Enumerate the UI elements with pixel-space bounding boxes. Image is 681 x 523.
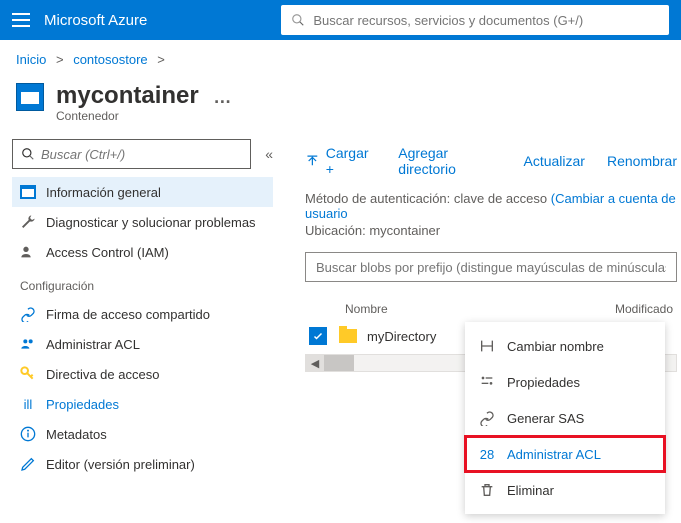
people-icon — [20, 244, 36, 260]
cmd-refresh[interactable]: Actualizar — [524, 153, 585, 169]
breadcrumb-sep: > — [56, 52, 64, 67]
nav-props[interactable]: ill Propiedades — [12, 389, 273, 419]
check-icon — [312, 330, 324, 342]
link-icon — [479, 410, 495, 426]
location-info: Ubicación: mycontainer — [305, 223, 677, 240]
blob-search[interactable] — [305, 252, 677, 282]
page-title-text: mycontainer — [56, 82, 199, 109]
page-header: mycontainer … Contenedor — [0, 79, 681, 131]
nav-label: Información general — [46, 185, 161, 200]
nav-label: Metadatos — [46, 427, 107, 442]
nav-iam[interactable]: Access Control (IAM) — [12, 237, 273, 267]
blob-search-input[interactable] — [316, 260, 666, 275]
row-name[interactable]: myDirectory — [367, 329, 436, 344]
overview-icon — [20, 184, 36, 200]
ctx-delete[interactable]: Eliminar — [465, 472, 665, 508]
page-subtitle: Contenedor — [56, 109, 233, 123]
nav-diagnose[interactable]: Diagnosticar y solucionar problemas — [12, 207, 273, 237]
collapse-sidebar-icon[interactable]: « — [265, 146, 273, 162]
trash-icon — [479, 482, 495, 498]
nav-section-config: Configuración — [12, 267, 273, 299]
context-menu: Cambiar nombre Propiedades Generar SAS 2… — [465, 322, 665, 514]
search-icon — [21, 147, 35, 161]
pencil-icon — [20, 456, 36, 472]
nav-label: Propiedades — [46, 397, 119, 412]
col-name[interactable]: Nombre — [345, 302, 615, 316]
sidebar-search[interactable] — [12, 139, 251, 169]
ctx-label: Administrar ACL — [507, 447, 601, 462]
top-bar: Microsoft Azure — [0, 0, 681, 40]
command-bar: Cargar + Agregar directorio Actualizar R… — [305, 139, 677, 191]
nav-sas[interactable]: Firma de acceso compartido — [12, 299, 273, 329]
cmd-upload[interactable]: Cargar + — [305, 145, 376, 177]
rename-icon — [479, 338, 495, 354]
ctx-sas[interactable]: Generar SAS — [465, 400, 665, 436]
people-icon — [20, 336, 36, 352]
container-icon — [16, 83, 44, 111]
auth-info: Método de autenticación: clave de acceso… — [305, 191, 677, 223]
cmd-label: Actualizar — [524, 153, 585, 169]
ctx-label: Generar SAS — [507, 411, 584, 426]
cmd-label: Cargar + — [326, 145, 377, 177]
nav-overview[interactable]: Información general — [12, 177, 273, 207]
breadcrumb: Inicio > contosostore > — [0, 40, 681, 79]
ctx-label: Propiedades — [507, 375, 580, 390]
settings-icon — [479, 374, 495, 390]
acl-number-icon: 28 — [479, 446, 495, 462]
upload-icon — [305, 153, 320, 169]
ctx-label: Eliminar — [507, 483, 554, 498]
global-search[interactable] — [281, 5, 669, 35]
sidebar-search-input[interactable] — [41, 147, 242, 162]
more-dots[interactable]: … — [213, 87, 233, 107]
page-title: mycontainer … — [56, 83, 233, 109]
nav-label: Directiva de acceso — [46, 367, 159, 382]
nav-label: Administrar ACL — [46, 337, 140, 352]
hamburger-menu[interactable] — [12, 13, 30, 27]
col-modified[interactable]: Modificado — [615, 302, 673, 316]
cmd-label: Renombrar — [607, 153, 677, 169]
scroll-left-icon[interactable]: ◀ — [306, 355, 324, 371]
location-value: mycontainer — [369, 223, 440, 238]
wrench-icon — [20, 214, 36, 230]
nav-label: Diagnosticar y solucionar problemas — [46, 215, 256, 230]
nav-editor[interactable]: Editor (versión preliminar) — [12, 449, 273, 479]
main-content: Cargar + Agregar directorio Actualizar R… — [285, 131, 681, 487]
nav-label: Editor (versión preliminar) — [46, 457, 195, 472]
search-icon — [291, 13, 305, 27]
ctx-props[interactable]: Propiedades — [465, 364, 665, 400]
link-icon — [20, 306, 36, 322]
row-checkbox[interactable] — [309, 327, 327, 345]
breadcrumb-home[interactable]: Inicio — [16, 52, 46, 67]
sidebar: « Información general Diagnosticar y sol… — [0, 131, 285, 487]
folder-icon — [339, 329, 357, 343]
auth-label: Método de autenticación: — [305, 191, 454, 206]
cmd-rename[interactable]: Renombrar — [607, 153, 677, 169]
nav-label: Firma de acceso compartido — [46, 307, 210, 322]
info-icon — [20, 426, 36, 442]
ctx-label: Cambiar nombre — [507, 339, 604, 354]
location-label: Ubicación: — [305, 223, 369, 238]
ctx-rename[interactable]: Cambiar nombre — [465, 328, 665, 364]
auth-value: clave de acceso — [454, 191, 547, 206]
table-header: Nombre Modificado — [305, 282, 677, 322]
nav-meta[interactable]: Metadatos — [12, 419, 273, 449]
properties-icon: ill — [20, 396, 36, 412]
cmd-add-dir[interactable]: Agregar directorio — [398, 145, 501, 177]
breadcrumb-store[interactable]: contosostore — [73, 52, 147, 67]
scroll-thumb[interactable] — [324, 355, 354, 371]
nav-label: Access Control (IAM) — [46, 245, 169, 260]
brand-label: Microsoft Azure — [44, 12, 147, 29]
key-icon — [20, 366, 36, 382]
nav-policy[interactable]: Directiva de acceso — [12, 359, 273, 389]
global-search-input[interactable] — [313, 13, 659, 28]
cmd-label: Agregar directorio — [398, 145, 501, 177]
nav-acl[interactable]: Administrar ACL — [12, 329, 273, 359]
breadcrumb-sep: > — [157, 52, 165, 67]
ctx-manage-acl[interactable]: 28 Administrar ACL — [465, 436, 665, 472]
